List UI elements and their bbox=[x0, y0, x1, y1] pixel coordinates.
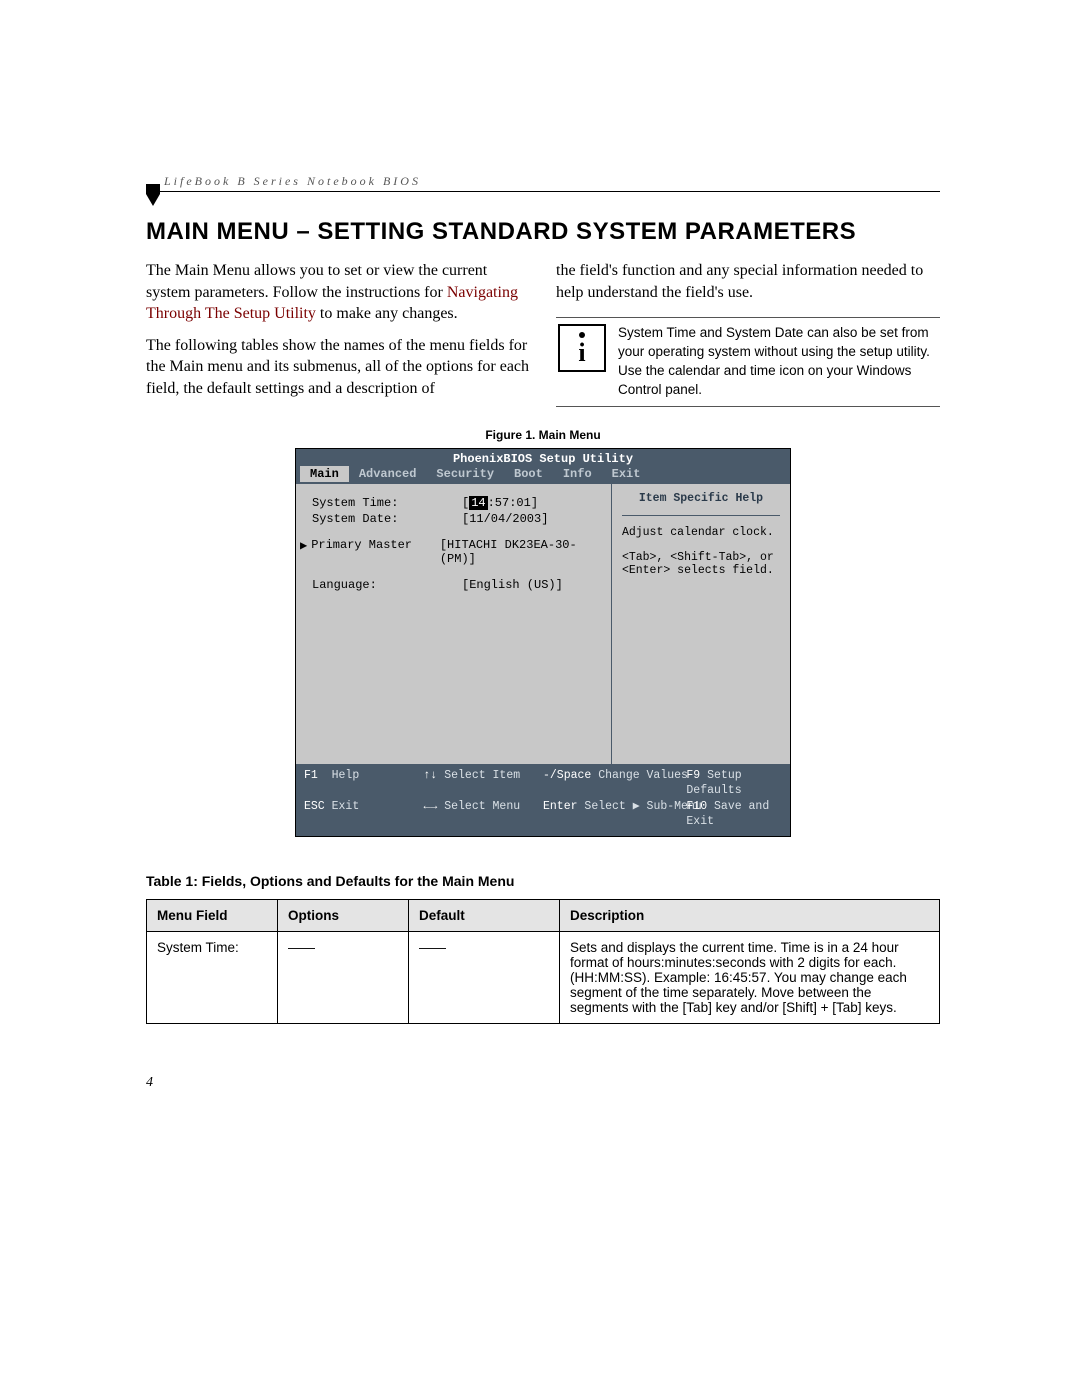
bios-tablist: Main Advanced Security Boot Info Exit bbox=[296, 466, 790, 484]
th-menu-field: Menu Field bbox=[147, 899, 278, 931]
time-hours-selected[interactable]: 14 bbox=[469, 496, 487, 510]
tab-boot[interactable]: Boot bbox=[504, 466, 553, 482]
table-row: System Time: —— —— Sets and displays the… bbox=[147, 931, 940, 1023]
label-primary-master[interactable]: Primary Master bbox=[311, 538, 440, 566]
note-box: i System Time and System Date can also b… bbox=[556, 317, 940, 407]
cell-options: —— bbox=[278, 931, 409, 1023]
submenu-arrow-icon: ▶ bbox=[300, 538, 311, 566]
value-system-time[interactable]: [14:57:01] bbox=[462, 496, 538, 510]
intro-paragraph-2: The following tables show the names of t… bbox=[146, 335, 530, 400]
th-options: Options bbox=[278, 899, 409, 931]
value-language[interactable]: [English (US)] bbox=[462, 578, 563, 592]
label-system-date: System Date: bbox=[312, 512, 462, 526]
bios-help-panel: Item Specific Help Adjust calendar clock… bbox=[611, 484, 790, 764]
value-primary-master: [HITACHI DK23EA-30-(PM)] bbox=[440, 538, 601, 566]
right-column: the field's function and any special inf… bbox=[556, 260, 940, 410]
header-arrow-icon bbox=[146, 184, 160, 206]
label-system-time: System Time: bbox=[312, 496, 462, 510]
th-description: Description bbox=[560, 899, 940, 931]
tab-main[interactable]: Main bbox=[300, 466, 349, 482]
figure-caption: Figure 1. Main Menu bbox=[146, 428, 940, 442]
label-language: Language: bbox=[312, 578, 462, 592]
value-system-date[interactable]: [11/04/2003] bbox=[462, 512, 548, 526]
intro-text-1b: to make any changes. bbox=[316, 305, 458, 322]
left-column: The Main Menu allows you to set or view … bbox=[146, 260, 530, 410]
bios-screenshot: PhoenixBIOS Setup Utility Main Advanced … bbox=[295, 448, 791, 837]
table-title: Table 1: Fields, Options and Defaults fo… bbox=[146, 873, 940, 889]
note-text: System Time and System Date can also be … bbox=[618, 324, 938, 400]
tab-exit[interactable]: Exit bbox=[602, 466, 651, 482]
bios-fields: System Time: [14:57:01] System Date: [11… bbox=[296, 484, 611, 764]
help-line-1: Adjust calendar clock. bbox=[622, 526, 780, 539]
table-header-row: Menu Field Options Default Description bbox=[147, 899, 940, 931]
fields-table: Menu Field Options Default Description S… bbox=[146, 899, 940, 1024]
th-default: Default bbox=[409, 899, 560, 931]
cell-field: System Time: bbox=[147, 931, 278, 1023]
head-rule bbox=[146, 191, 940, 192]
running-head: LifeBook B Series Notebook BIOS bbox=[164, 174, 940, 189]
intro-paragraph-1: The Main Menu allows you to set or view … bbox=[146, 260, 530, 325]
page-title: MAIN MENU – SETTING STANDARD SYSTEM PARA… bbox=[146, 218, 940, 246]
body-columns: The Main Menu allows you to set or view … bbox=[146, 260, 940, 410]
cell-description: Sets and displays the current time. Time… bbox=[560, 931, 940, 1023]
info-icon: i bbox=[558, 324, 606, 372]
tab-advanced[interactable]: Advanced bbox=[349, 466, 427, 482]
bios-title: PhoenixBIOS Setup Utility bbox=[296, 449, 790, 466]
tab-security[interactable]: Security bbox=[426, 466, 504, 482]
page-number: 4 bbox=[146, 1075, 153, 1091]
cell-default: —— bbox=[409, 931, 560, 1023]
help-line-2: <Tab>, <Shift-Tab>, or <Enter> selects f… bbox=[622, 551, 780, 577]
intro-text-1a: The Main Menu allows you to set or view … bbox=[146, 262, 487, 301]
bios-footer: F1 Help ↑↓ Select Item -/Space Change Va… bbox=[296, 764, 790, 836]
help-header: Item Specific Help bbox=[622, 492, 780, 516]
tab-info[interactable]: Info bbox=[553, 466, 602, 482]
intro-paragraph-3: the field's function and any special inf… bbox=[556, 260, 940, 303]
